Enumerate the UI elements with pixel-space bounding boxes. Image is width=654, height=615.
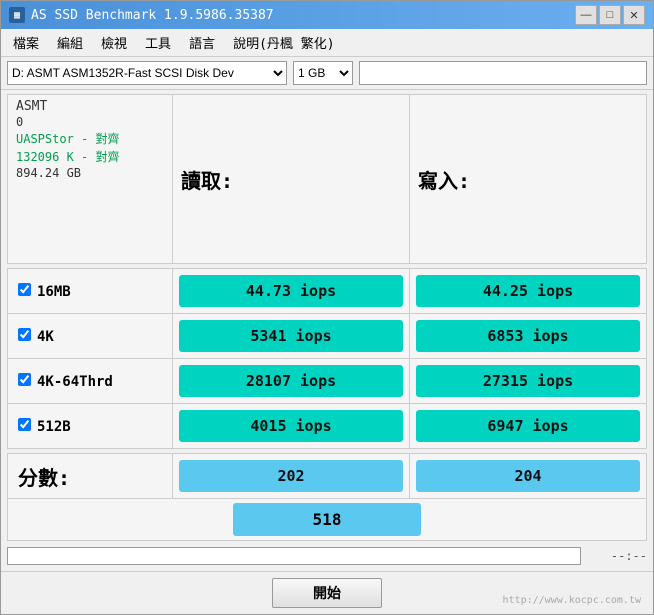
bench-row: 4K 5341 iops 6853 iops [8, 314, 647, 359]
write-value-4K-64Thrd: 27315 iops [410, 359, 647, 404]
score-label: 分數: [8, 454, 173, 499]
write-score-cell: 204 [410, 454, 647, 499]
maximize-button[interactable]: □ [599, 5, 621, 25]
close-button[interactable]: ✕ [623, 5, 645, 25]
title-bar: ▦ AS SSD Benchmark 1.9.5986.35387 — □ ✕ [1, 1, 653, 29]
size-select[interactable]: 1 GB [293, 61, 353, 85]
title-buttons: — □ ✕ [575, 5, 645, 25]
read-display-512B: 4015 iops [179, 410, 403, 442]
device-capacity: 894.24 GB [16, 166, 164, 180]
read-display-16MB: 44.73 iops [179, 275, 403, 307]
device-info-cell: ASMT 0 UASPStor - 對齊 132096 K - 對齊 894.2… [8, 95, 173, 264]
bench-label-16MB: 16MB [8, 269, 173, 314]
read-value-4K: 5341 iops [173, 314, 410, 359]
menu-item-編組[interactable]: 編組 [49, 31, 91, 54]
read-score: 202 [179, 460, 403, 492]
bench-row: 16MB 44.73 iops 44.25 iops [8, 269, 647, 314]
write-display-512B: 6947 iops [416, 410, 640, 442]
toolbar: D: ASMT ASM1352R-Fast SCSI Disk Dev 1 GB [1, 57, 653, 90]
write-display-16MB: 44.25 iops [416, 275, 640, 307]
label-text-4K-64Thrd: 4K-64Thrd [37, 374, 113, 390]
label-text-4K: 4K [37, 329, 54, 345]
menu-bar: 檔案編組檢視工具語言說明(丹楓 繁化) [1, 29, 653, 57]
checkbox-4K[interactable] [18, 328, 31, 341]
read-display-4K-64Thrd: 28107 iops [179, 365, 403, 397]
write-value-16MB: 44.25 iops [410, 269, 647, 314]
total-score-cell: 518 [8, 499, 647, 541]
write-score: 204 [416, 460, 640, 492]
action-bar: 開始 [1, 571, 653, 614]
label-text-512B: 512B [37, 419, 71, 435]
menu-item-檢視[interactable]: 檢視 [93, 31, 135, 54]
read-value-512B: 4015 iops [173, 404, 410, 449]
search-input[interactable] [359, 61, 647, 85]
write-value-4K: 6853 iops [410, 314, 647, 359]
read-header: 讀取: [173, 95, 410, 264]
checkbox-4K-64Thrd[interactable] [18, 373, 31, 386]
device-size: 132096 K - 對齊 [16, 148, 164, 165]
bench-label-512B: 512B [8, 404, 173, 449]
bench-label-4K: 4K [8, 314, 173, 359]
device-name: ASMT [16, 99, 164, 114]
write-display-4K-64Thrd: 27315 iops [416, 365, 640, 397]
menu-item-語言[interactable]: 語言 [181, 31, 223, 54]
device-uasp: UASPStor - 對齊 [16, 130, 164, 147]
read-value-4K-64Thrd: 28107 iops [173, 359, 410, 404]
start-button[interactable]: 開始 [272, 578, 382, 608]
time-display: --:-- [597, 549, 647, 563]
label-text-16MB: 16MB [37, 284, 71, 300]
menu-item-工具[interactable]: 工具 [137, 31, 179, 54]
write-header: 寫入: [410, 95, 647, 264]
device-number: 0 [16, 115, 164, 129]
checkbox-512B[interactable] [18, 418, 31, 431]
bench-label-4K-64Thrd: 4K-64Thrd [8, 359, 173, 404]
write-value-512B: 6947 iops [410, 404, 647, 449]
progress-section: --:-- [7, 545, 647, 567]
write-display-4K: 6853 iops [416, 320, 640, 352]
progress-bar-container [7, 547, 581, 565]
total-score: 518 [233, 503, 422, 536]
bench-row: 512B 4015 iops 6947 iops [8, 404, 647, 449]
menu-item-檔案[interactable]: 檔案 [5, 31, 47, 54]
app-icon: ▦ [9, 7, 25, 23]
window-title: AS SSD Benchmark 1.9.5986.35387 [31, 8, 274, 23]
drive-select[interactable]: D: ASMT ASM1352R-Fast SCSI Disk Dev [7, 61, 287, 85]
menu-item-說明(丹楓 繁化)[interactable]: 說明(丹楓 繁化) [225, 31, 342, 54]
read-value-16MB: 44.73 iops [173, 269, 410, 314]
checkbox-16MB[interactable] [18, 283, 31, 296]
score-table: 分數: 202 204 518 [7, 453, 647, 541]
bench-row: 4K-64Thrd 28107 iops 27315 iops [8, 359, 647, 404]
read-score-cell: 202 [173, 454, 410, 499]
read-display-4K: 5341 iops [179, 320, 403, 352]
benchmark-table: 16MB 44.73 iops 44.25 iops 4K 5341 iops 6853 … [7, 268, 647, 449]
minimize-button[interactable]: — [575, 5, 597, 25]
